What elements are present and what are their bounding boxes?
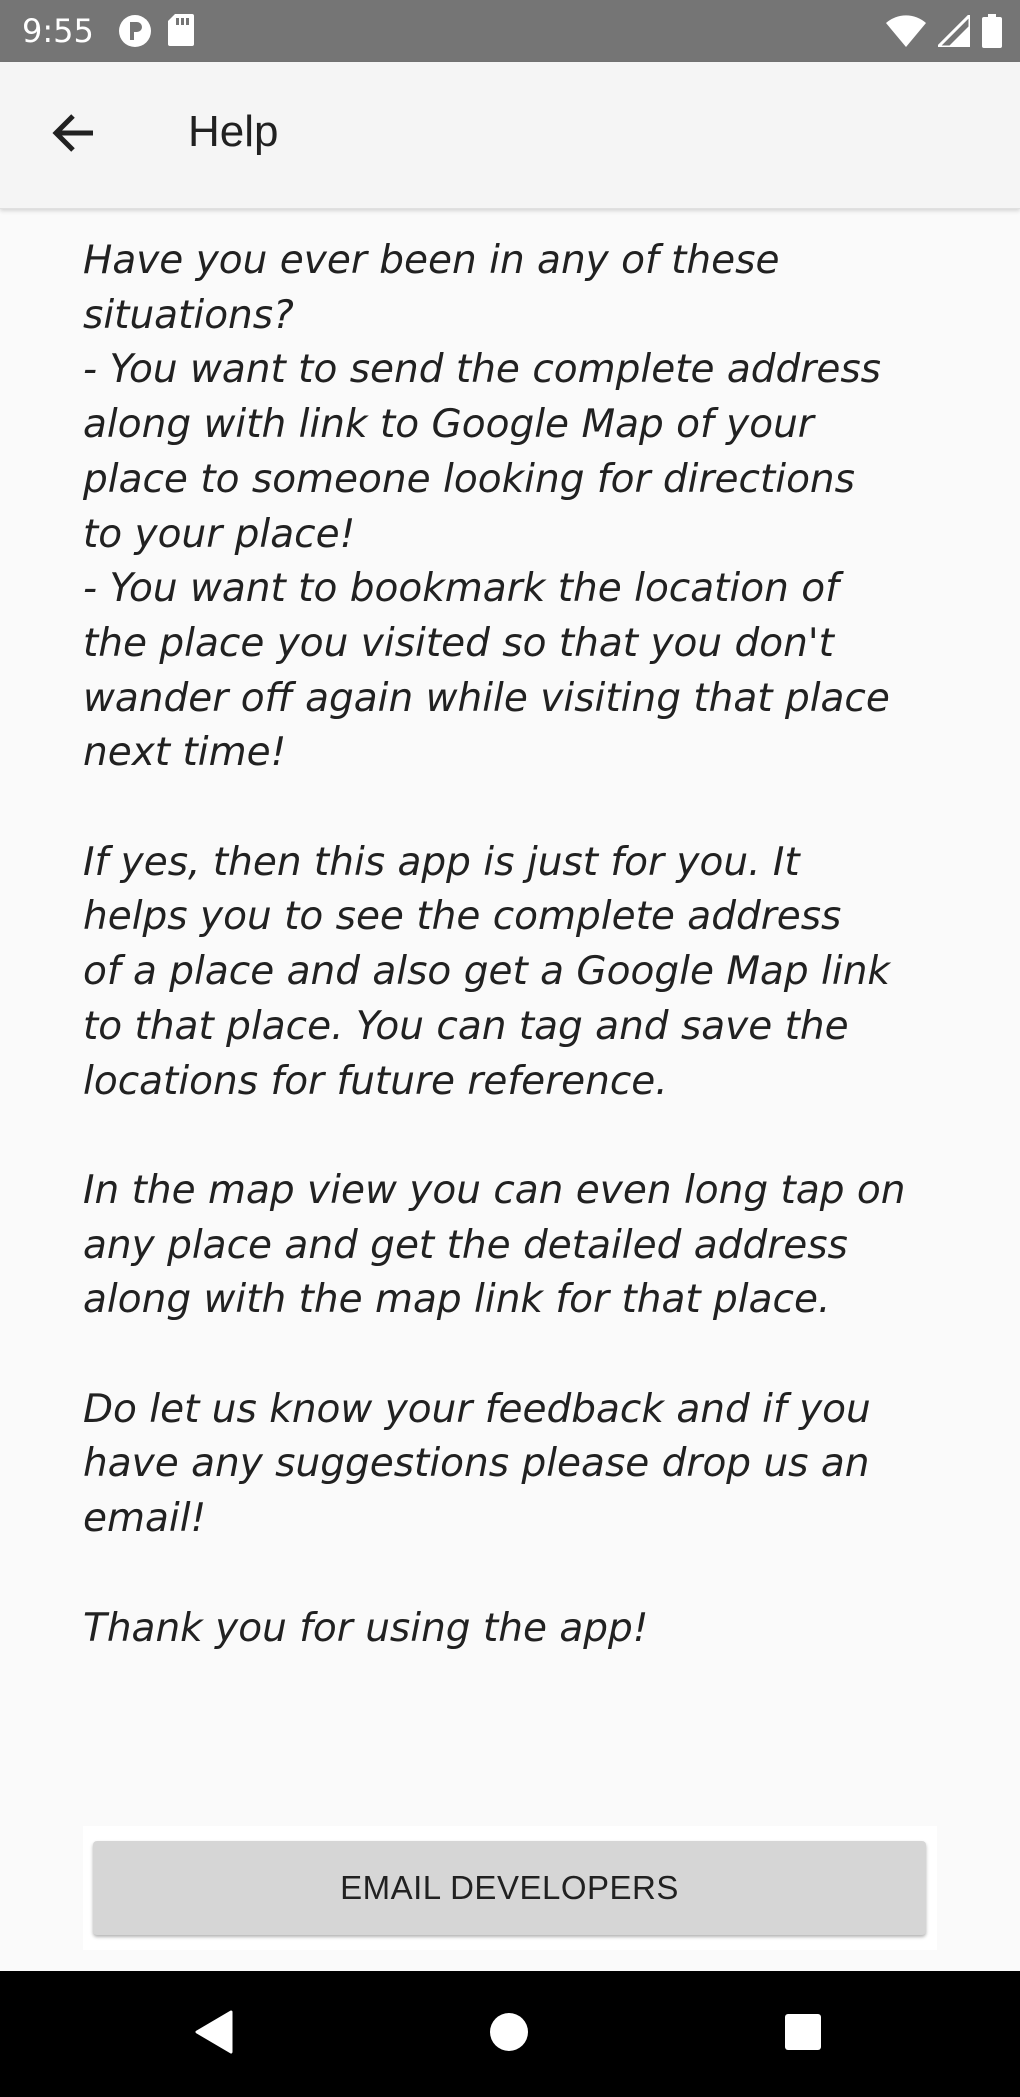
arrow-back-icon — [51, 113, 95, 157]
notification-p-icon — [118, 14, 152, 52]
navigation-bar — [0, 1971, 1020, 2097]
status-bar: 9:55 — [0, 0, 1020, 62]
nav-home-button[interactable] — [479, 2004, 539, 2064]
nav-back-button[interactable] — [183, 2004, 243, 2064]
recents-square-icon — [784, 2013, 822, 2055]
email-developers-button[interactable]: EMAIL DEVELOPERS — [93, 1841, 926, 1935]
home-circle-icon — [489, 2012, 529, 2056]
status-right-icons — [886, 11, 1002, 52]
page-title: Help — [188, 107, 279, 156]
help-text: Have you ever been in any of these situa… — [83, 238, 906, 1651]
cell-signal-icon — [934, 11, 972, 51]
back-triangle-icon — [193, 2010, 233, 2058]
app-bar: Help — [0, 62, 1020, 209]
status-time: 9:55 — [22, 12, 94, 50]
status-left-icons — [118, 14, 194, 52]
wifi-icon — [886, 15, 926, 51]
battery-icon — [982, 14, 1002, 52]
back-button[interactable] — [36, 98, 110, 172]
sd-card-icon — [168, 14, 194, 52]
button-container: EMAIL DEVELOPERS — [83, 1826, 937, 1950]
help-screen: 9:55 Help Have you ever been in any of t… — [0, 0, 1020, 2097]
nav-recents-button[interactable] — [773, 2004, 833, 2064]
